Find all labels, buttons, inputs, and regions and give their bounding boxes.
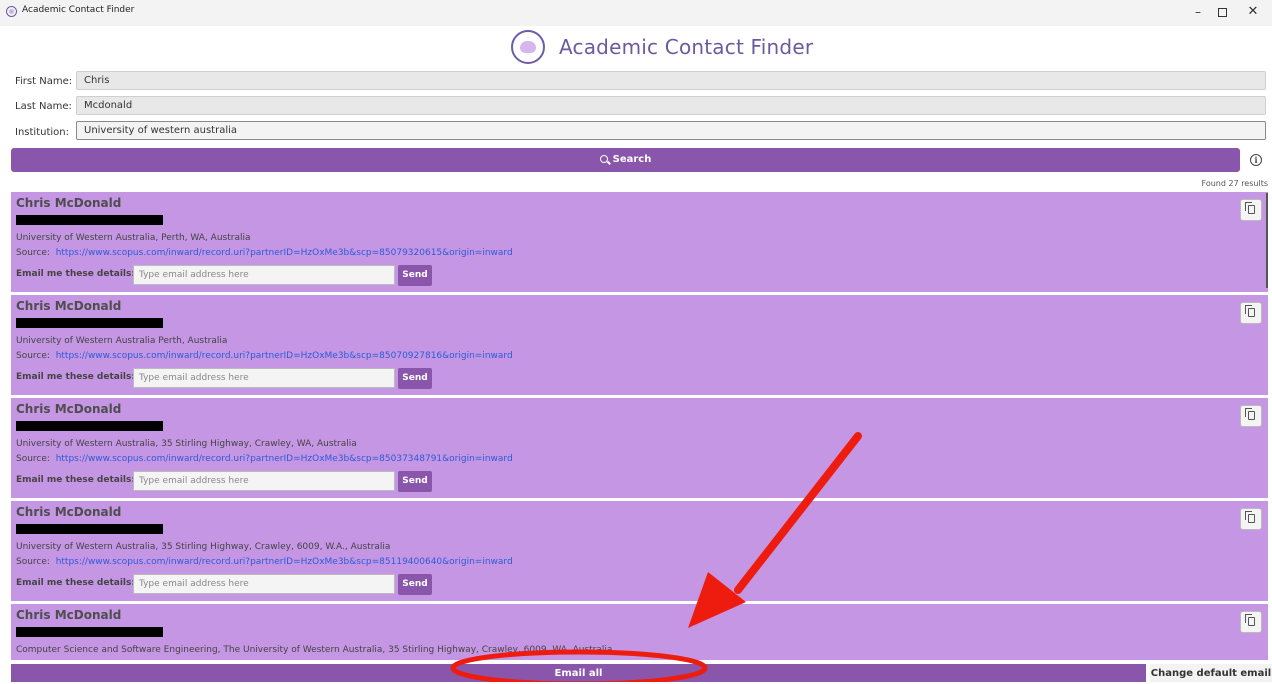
last-name-label: Last Name:: [15, 101, 72, 112]
copy-icon: [1245, 305, 1255, 317]
email-all-button[interactable]: Email all: [11, 664, 1146, 682]
send-button[interactable]: Send: [398, 265, 432, 286]
result-name: Chris McDonald: [16, 402, 122, 416]
source-label: Source:: [16, 454, 50, 464]
result-name: Chris McDonald: [16, 299, 122, 313]
result-name: Chris McDonald: [16, 505, 122, 519]
search-button-label: Search: [612, 154, 652, 165]
redacted-email: [16, 215, 163, 225]
email-details-label: Email me these details:: [16, 269, 135, 279]
result-affiliation: University of Western Australia Perth, A…: [16, 336, 228, 346]
copy-button[interactable]: [1240, 199, 1262, 221]
copy-button[interactable]: [1240, 405, 1262, 427]
send-button[interactable]: Send: [398, 471, 432, 492]
result-card: Chris McDonald University of Western Aus…: [11, 192, 1268, 292]
info-icon[interactable]: i: [1250, 154, 1262, 166]
app-title: Academic Contact Finder: [559, 35, 814, 59]
result-source: Source: https://www.scopus.com/inward/re…: [16, 557, 513, 567]
source-label: Source:: [16, 248, 50, 258]
email-input[interactable]: Type email address here: [133, 471, 395, 491]
source-link[interactable]: https://www.scopus.com/inward/record.uri…: [56, 454, 513, 464]
source-link[interactable]: https://www.scopus.com/inward/record.uri…: [56, 557, 513, 567]
result-name: Chris McDonald: [16, 608, 122, 622]
change-default-email-button[interactable]: Change default email: [1150, 664, 1272, 682]
result-affiliation: University of Western Australia, 35 Stir…: [16, 439, 357, 449]
institution-label: Institution:: [15, 127, 69, 138]
source-link[interactable]: https://www.scopus.com/inward/record.uri…: [56, 351, 513, 361]
send-button[interactable]: Send: [398, 574, 432, 595]
first-name-label: First Name:: [15, 76, 73, 87]
redacted-email: [16, 421, 163, 431]
email-details-label: Email me these details:: [16, 475, 135, 485]
close-button[interactable]: ✕: [1243, 3, 1263, 21]
copy-button[interactable]: [1240, 611, 1262, 633]
brain-logo-icon: [511, 30, 545, 64]
results-count: Found 27 results: [1201, 179, 1269, 188]
minimize-button[interactable]: –: [1188, 3, 1208, 21]
email-details-label: Email me these details:: [16, 372, 135, 382]
result-source: Source: https://www.scopus.com/inward/re…: [16, 351, 513, 361]
copy-button[interactable]: [1240, 508, 1262, 530]
copy-icon: [1245, 511, 1255, 523]
copy-icon: [1245, 202, 1255, 214]
email-details-label: Email me these details:: [16, 578, 135, 588]
result-source: Source: https://www.scopus.com/inward/re…: [16, 454, 513, 464]
copy-button[interactable]: [1240, 302, 1262, 324]
result-card: Chris McDonald University of Western Aus…: [11, 501, 1268, 601]
copy-icon: [1245, 408, 1255, 420]
email-input[interactable]: Type email address here: [133, 368, 395, 388]
send-button[interactable]: Send: [398, 368, 432, 389]
result-card: Chris McDonald University of Western Aus…: [11, 295, 1268, 395]
window-title-bar: Academic Contact Finder – ✕: [0, 0, 1272, 26]
results-scrollbar[interactable]: [1266, 193, 1268, 288]
email-input[interactable]: Type email address here: [133, 574, 395, 594]
result-affiliation: University of Western Australia, 35 Stir…: [16, 542, 391, 552]
source-label: Source:: [16, 557, 50, 567]
app-icon: [6, 6, 17, 17]
maximize-button[interactable]: [1212, 3, 1232, 21]
result-card: Chris McDonald University of Western Aus…: [11, 398, 1268, 498]
search-icon: [599, 155, 608, 163]
source-link[interactable]: https://www.scopus.com/inward/record.uri…: [56, 248, 513, 258]
redacted-email: [16, 627, 163, 637]
result-affiliation: Computer Science and Software Engineerin…: [16, 645, 613, 655]
result-card: Chris McDonald Computer Science and Soft…: [11, 604, 1268, 660]
window-title: Academic Contact Finder: [22, 5, 135, 15]
redacted-email: [16, 318, 163, 328]
copy-icon: [1245, 614, 1255, 626]
result-source: Source: https://www.scopus.com/inward/re…: [16, 248, 513, 258]
institution-input[interactable]: University of western australia: [76, 121, 1266, 140]
result-name: Chris McDonald: [16, 196, 122, 210]
source-label: Source:: [16, 351, 50, 361]
first-name-input[interactable]: Chris: [76, 71, 1266, 90]
redacted-email: [16, 524, 163, 534]
last-name-input[interactable]: Mcdonald: [76, 96, 1266, 115]
search-button[interactable]: Search: [11, 148, 1240, 172]
result-affiliation: University of Western Australia, Perth, …: [16, 233, 251, 243]
email-input[interactable]: Type email address here: [133, 265, 395, 285]
